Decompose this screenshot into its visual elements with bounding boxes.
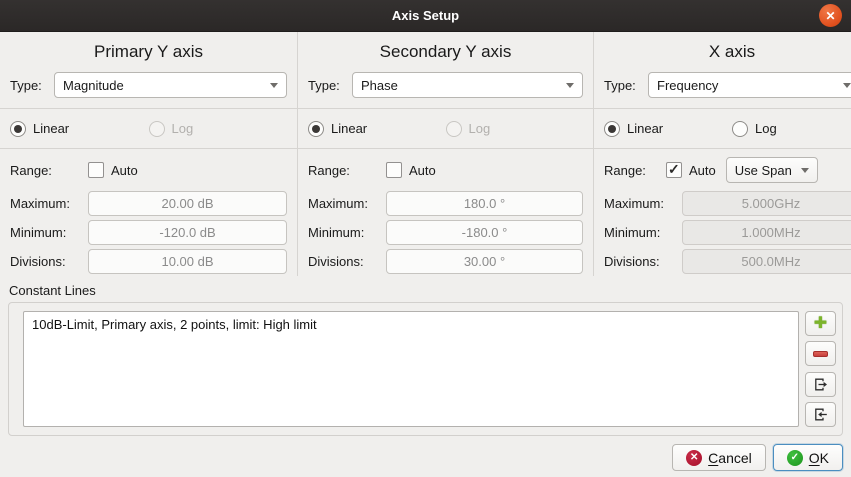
xaxis-divisions-input [682,249,851,274]
x-axis-panel: X axis Type: Frequency Linear Log [593,32,851,276]
primary-panel-title: Primary Y axis [0,32,297,66]
plus-icon: ✚ [814,316,827,332]
secondary-type-value: Phase [361,78,566,93]
secondary-maximum-label: Maximum: [308,196,386,211]
secondary-range-label: Range: [308,163,386,178]
primary-y-axis-panel: Primary Y axis Type: Magnitude Linear Lo… [0,32,297,276]
primary-type-label: Type: [10,78,54,93]
ok-button-label: OK [809,450,829,466]
primary-minimum-label: Minimum: [10,225,88,240]
primary-range-label: Range: [10,163,88,178]
primary-auto-label: Auto [111,163,138,178]
secondary-divisions-label: Divisions: [308,254,386,269]
constant-lines-toolbar: ✚ [805,311,836,427]
primary-type-value: Magnitude [63,78,270,93]
xaxis-panel-title: X axis [594,32,851,66]
secondary-minimum-label: Minimum: [308,225,386,240]
primary-maximum-input[interactable] [88,191,287,216]
primary-log-radio: Log [149,120,288,137]
constant-lines-group: 10dB-Limit, Primary axis, 2 points, limi… [8,302,843,436]
window-title: Axis Setup [392,8,459,23]
remove-line-button[interactable] [805,341,836,366]
divider [0,148,297,149]
chevron-down-icon [843,83,851,88]
secondary-divisions-input[interactable] [386,249,583,274]
primary-divisions-input[interactable] [88,249,287,274]
cancel-button[interactable]: ✕ Cancel [672,444,766,471]
xaxis-auto-checkbox[interactable] [666,162,682,178]
close-button[interactable]: ✕ [819,4,842,27]
xaxis-minimum-label: Minimum: [604,225,682,240]
export-icon [812,376,829,393]
import-icon [812,406,829,423]
export-lines-button[interactable] [805,372,836,397]
secondary-linear-radio[interactable]: Linear [308,120,446,137]
secondary-y-axis-panel: Secondary Y axis Type: Phase Linear Log [297,32,593,276]
dialog-footer: ✕ Cancel ✓ OK [0,444,843,471]
titlebar: Axis Setup ✕ [0,0,851,32]
secondary-type-select[interactable]: Phase [352,72,583,98]
secondary-maximum-input[interactable] [386,191,583,216]
radio-icon [149,121,165,137]
primary-divisions-label: Divisions: [10,254,88,269]
xaxis-linear-radio[interactable]: Linear [604,120,732,137]
ok-button[interactable]: ✓ OK [773,444,843,471]
radio-icon [446,121,462,137]
xaxis-divisions-label: Divisions: [604,254,682,269]
chevron-down-icon [801,168,809,173]
list-item[interactable]: 10dB-Limit, Primary axis, 2 points, limi… [24,312,798,337]
xaxis-span-value: Use Span [735,163,801,178]
minus-icon [813,351,828,357]
primary-type-select[interactable]: Magnitude [54,72,287,98]
xaxis-span-select[interactable]: Use Span [726,157,818,183]
constant-lines-label: Constant Lines [9,283,851,298]
cancel-x-icon: ✕ [686,450,702,466]
radio-icon [10,121,26,137]
divider [594,148,851,149]
secondary-minimum-input[interactable] [386,220,583,245]
axis-columns: Primary Y axis Type: Magnitude Linear Lo… [0,32,851,276]
import-lines-button[interactable] [805,402,836,427]
xaxis-log-radio[interactable]: Log [732,120,851,137]
constant-lines-list[interactable]: 10dB-Limit, Primary axis, 2 points, limi… [23,311,799,427]
secondary-auto-checkbox[interactable] [386,162,402,178]
chevron-down-icon [270,83,278,88]
xaxis-maximum-input [682,191,851,216]
primary-linear-radio[interactable]: Linear [10,120,149,137]
add-line-button[interactable]: ✚ [805,311,836,336]
radio-icon [604,121,620,137]
primary-auto-checkbox[interactable] [88,162,104,178]
axis-setup-dialog: Axis Setup ✕ Primary Y axis Type: Magnit… [0,0,851,477]
xaxis-type-label: Type: [604,78,648,93]
secondary-panel-title: Secondary Y axis [298,32,593,66]
cancel-button-label: Cancel [708,450,752,466]
secondary-type-label: Type: [308,78,352,93]
xaxis-maximum-label: Maximum: [604,196,682,211]
xaxis-type-select[interactable]: Frequency [648,72,851,98]
divider [298,148,593,149]
xaxis-type-value: Frequency [657,78,843,93]
xaxis-minimum-input [682,220,851,245]
close-icon: ✕ [825,9,835,23]
secondary-log-radio: Log [446,120,584,137]
xaxis-auto-label: Auto [689,163,716,178]
xaxis-range-label: Range: [604,163,666,178]
primary-maximum-label: Maximum: [10,196,88,211]
primary-minimum-input[interactable] [88,220,287,245]
radio-icon [308,121,324,137]
radio-icon [732,121,748,137]
chevron-down-icon [566,83,574,88]
check-icon: ✓ [787,450,803,466]
secondary-auto-label: Auto [409,163,436,178]
